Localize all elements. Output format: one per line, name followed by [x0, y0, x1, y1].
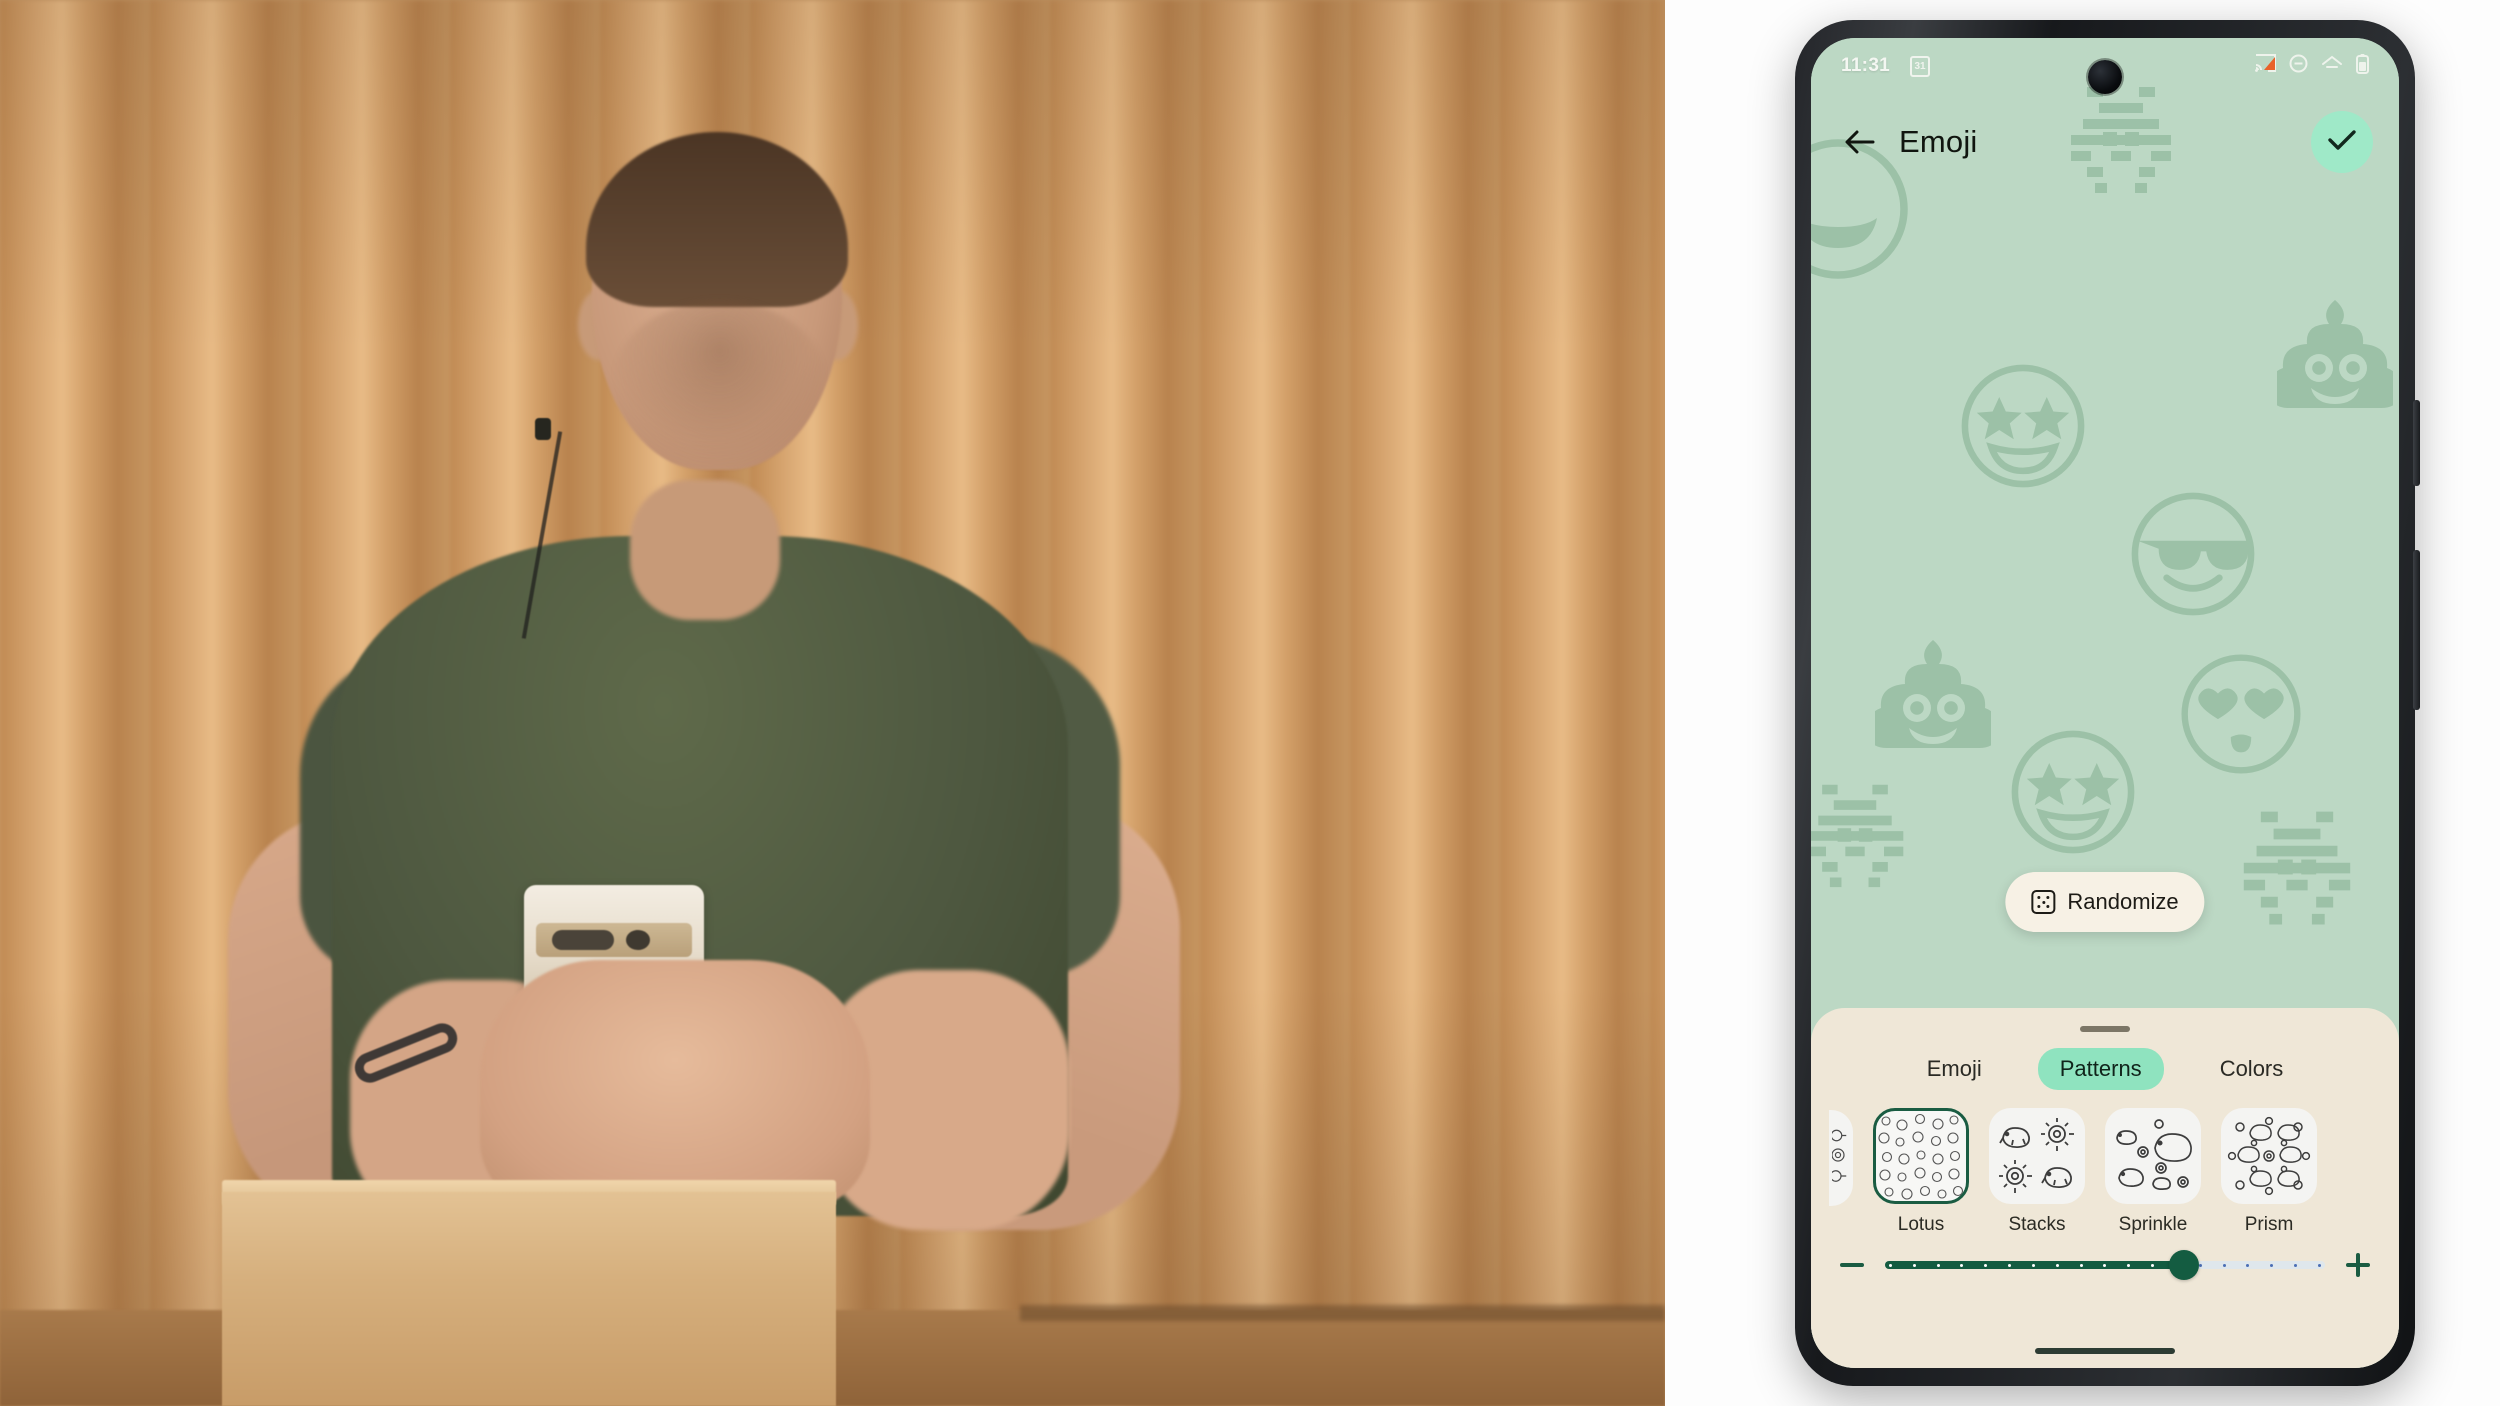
- status-bar-left: 11:31 31: [1841, 55, 1931, 77]
- pattern-thumbnail-sprinkle: [2105, 1108, 2201, 1204]
- phone-screen: 11:31 31 Emoji Randomize Emoji Patterns …: [1811, 38, 2399, 1368]
- tab-bar: Emoji Patterns Colors: [1811, 1048, 2399, 1090]
- app-bar: Emoji: [1811, 100, 2399, 184]
- randomize-button[interactable]: Randomize: [2005, 872, 2205, 932]
- handheld-phone-camera-lens: [626, 930, 650, 950]
- status-time: 11:31: [1841, 55, 1891, 76]
- power-button[interactable]: [2413, 400, 2420, 486]
- space-invader-emoji: [2231, 804, 2363, 930]
- front-camera-punch-hole: [2088, 60, 2122, 94]
- star-struck-emoji: [2007, 726, 2139, 858]
- randomize-label: Randomize: [2067, 889, 2179, 914]
- check-icon: [2327, 128, 2357, 157]
- slider-tick-marks: [1885, 1261, 2325, 1269]
- heart-eyes-emoji: [2177, 650, 2305, 778]
- wooden-podium: [222, 1192, 836, 1406]
- cast-icon: [2255, 54, 2276, 78]
- handheld-phone-camera-bar: [552, 930, 614, 950]
- arrow-back-icon[interactable]: [1837, 119, 1883, 165]
- wifi-icon: [2321, 55, 2343, 77]
- lapel-mic: [535, 418, 551, 440]
- pattern-thumbnail-stacks: [1989, 1108, 2085, 1204]
- video-panel: [0, 0, 1665, 1406]
- battery-icon: [2356, 53, 2369, 80]
- density-slider-row: [1811, 1236, 2399, 1280]
- density-slider[interactable]: [1885, 1250, 2325, 1280]
- phone-device: 11:31 31 Emoji Randomize Emoji Patterns …: [1795, 20, 2420, 1386]
- hands: [480, 960, 870, 1210]
- navigation-gesture-bar[interactable]: [2035, 1348, 2175, 1354]
- bottom-sheet: Emoji Patterns Colors Lotus Stacks Sprin…: [1811, 1008, 2399, 1368]
- pattern-option-prism[interactable]: Prism: [2221, 1108, 2317, 1236]
- calendar-icon: 31: [1910, 55, 1931, 77]
- dice-icon: [2031, 890, 2056, 914]
- screenshot-root: 11:31 31 Emoji Randomize Emoji Patterns …: [0, 0, 2500, 1406]
- tab-colors[interactable]: Colors: [2198, 1048, 2306, 1090]
- page-title: Emoji: [1899, 124, 1978, 159]
- pattern-label-stacks: Stacks: [2008, 1214, 2066, 1235]
- pattern-label-lotus: Lotus: [1897, 1214, 1945, 1235]
- space-invader-emoji: [1811, 778, 1915, 892]
- confirm-button[interactable]: [2311, 111, 2373, 173]
- pattern-thumbnail-prism: [2221, 1108, 2317, 1204]
- star-struck-emoji: [1957, 360, 2089, 492]
- pattern-label-prism: Prism: [2244, 1214, 2294, 1235]
- pattern-option-lotus[interactable]: Lotus: [1873, 1108, 1969, 1236]
- pattern-label-sprinkle: Sprinkle: [2118, 1214, 2188, 1235]
- neck: [630, 480, 780, 620]
- pile-of-poo-emoji: [1875, 634, 1991, 752]
- pattern-thumbnail-lotus: [1873, 1108, 1969, 1204]
- pile-of-poo-emoji: [2277, 294, 2393, 412]
- do-not-disturb-icon: [2289, 54, 2308, 79]
- hair: [586, 132, 848, 307]
- volume-button[interactable]: [2413, 550, 2420, 710]
- pattern-option-stacks[interactable]: Stacks: [1989, 1108, 2085, 1236]
- pattern-list: Lotus Stacks Sprinkle Prism: [1811, 1090, 2399, 1236]
- decrease-button[interactable]: [1837, 1250, 1867, 1280]
- tab-patterns[interactable]: Patterns: [2037, 1048, 2164, 1090]
- pattern-thumbnail-peek[interactable]: [1829, 1110, 1853, 1206]
- sunglasses-emoji: [2127, 488, 2259, 620]
- status-bar-right: [2255, 53, 2369, 80]
- drag-handle[interactable]: [2080, 1026, 2130, 1032]
- face-shading: [612, 300, 827, 470]
- tab-emoji[interactable]: Emoji: [1905, 1048, 2004, 1090]
- pattern-option-sprinkle[interactable]: Sprinkle: [2105, 1108, 2201, 1236]
- slider-thumb[interactable]: [2169, 1250, 2200, 1280]
- increase-button[interactable]: [2343, 1250, 2373, 1280]
